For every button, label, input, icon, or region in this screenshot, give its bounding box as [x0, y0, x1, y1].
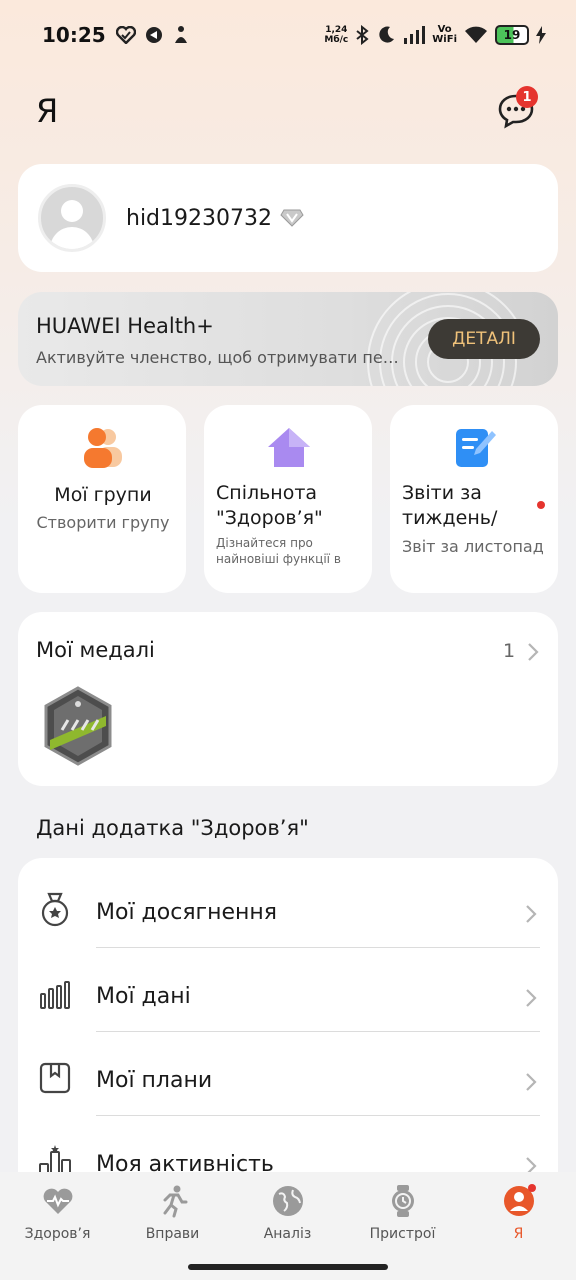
vowifi-indicator: Vo WiFi: [432, 25, 457, 45]
avatar-body: [50, 227, 94, 249]
home-indicator[interactable]: [188, 1264, 388, 1270]
list-item-label: Мої дані: [96, 984, 191, 1009]
heart-check-icon: [115, 26, 136, 44]
moon-icon: [379, 26, 395, 43]
list-item-achievements[interactable]: Мої досягнення: [18, 866, 558, 950]
notification-icons: [115, 25, 190, 45]
chevron-right-icon: [528, 643, 539, 661]
charging-icon: [536, 26, 546, 44]
tile-my-groups[interactable]: Мої групи Створити групу: [18, 405, 186, 593]
status-time: 10:25: [42, 23, 106, 47]
tile-my-groups-subtitle: Створити групу: [36, 513, 170, 532]
divider: [96, 1031, 540, 1032]
wifi-icon: [465, 26, 487, 43]
fitness-icon: [174, 26, 187, 43]
status-bar: 10:25 1,24 Мб/с Vo WiFi 19: [0, 0, 576, 70]
health-data-list: Мої досягнення Мої дані Мої плани Моя ак…: [18, 858, 558, 1198]
list-item-label: Мої досягнення: [96, 900, 278, 925]
username: hid19230732: [126, 205, 272, 231]
avatar-head: [61, 200, 83, 222]
medals-card[interactable]: Мої медалі 1: [18, 612, 558, 786]
profile-icon: [503, 1184, 536, 1216]
running-icon: [163, 1185, 187, 1218]
signal-icon: [404, 26, 426, 44]
tab-exercise[interactable]: Вправи: [115, 1184, 230, 1242]
globe-icon: [272, 1186, 303, 1216]
medal-icon: [41, 892, 69, 927]
health-plus-banner[interactable]: HUAWEI Health+ Активуйте членство, щоб о…: [18, 292, 558, 386]
tile-community-subtitle: Дізнайтеся про найновіші функції в спіль…: [216, 536, 341, 569]
vowifi-bottom: WiFi: [432, 34, 457, 45]
net-speed: 1,24 Мб/с: [324, 25, 348, 45]
bluetooth-icon: [356, 25, 369, 45]
diamond-level-icon: [280, 209, 304, 227]
list-item-my-plans[interactable]: Мої плани: [18, 1034, 558, 1118]
list-item-label: Мої плани: [96, 1068, 213, 1093]
messages-badge: 1: [516, 86, 538, 108]
heart-icon: [43, 1188, 72, 1214]
divider: [96, 1115, 540, 1116]
status-right: 1,24 Мб/с Vo WiFi 19: [324, 25, 546, 45]
tab-analysis[interactable]: Аналіз: [230, 1184, 345, 1242]
chevron-right-icon: [526, 905, 537, 923]
tab-devices[interactable]: Пристрої: [345, 1184, 460, 1242]
tab-label: Здоров’я: [24, 1226, 91, 1242]
tile-community[interactable]: Спільнота "Здоров’я" Дізнайтеся про найн…: [204, 405, 372, 593]
page-title: Я: [36, 92, 59, 130]
watch-icon: [391, 1185, 414, 1217]
status-left: 10:25: [42, 23, 190, 47]
avatar[interactable]: [38, 184, 106, 252]
groups-icon: [84, 428, 122, 468]
bar-chart-icon: [40, 981, 70, 1009]
chevron-right-icon: [526, 989, 537, 1007]
tile-reports-title: Звіти за тиждень/місяць: [402, 482, 498, 529]
medal-10000-steps-icon[interactable]: [42, 686, 114, 766]
tab-me[interactable]: Я: [461, 1184, 576, 1242]
tile-reports-subtitle: Звіт за листопад: [402, 537, 544, 556]
tab-health[interactable]: Здоров’я: [0, 1184, 115, 1242]
record-icon: [145, 27, 162, 43]
profile-card[interactable]: hid19230732: [18, 164, 558, 272]
tab-label: Я: [513, 1226, 524, 1242]
tile-community-title: Спільнота "Здоров’я": [216, 482, 323, 529]
tab-label: Пристрої: [369, 1226, 436, 1242]
medals-count: 1: [503, 640, 516, 662]
section-title: Дані додатка "Здоров’я": [36, 816, 309, 840]
plan-icon: [39, 1062, 71, 1094]
list-item-my-data[interactable]: Мої дані: [18, 950, 558, 1034]
report-edit-icon: [456, 429, 496, 467]
tab-label: Вправи: [145, 1226, 200, 1242]
medals-title: Мої медалі: [36, 638, 155, 662]
battery-indicator: 19: [495, 25, 529, 45]
net-speed-unit: Мб/с: [324, 35, 349, 45]
divider: [96, 947, 540, 948]
health-plus-title: HUAWEI Health+: [36, 314, 214, 338]
community-house-icon: [268, 428, 310, 467]
tile-my-groups-title: Мої групи: [54, 484, 152, 506]
tile-reports[interactable]: Звіти за тиждень/місяць Звіт за листопад: [390, 405, 558, 593]
health-plus-subtitle: Активуйте членство, щоб отримувати перев…: [36, 348, 406, 367]
details-button[interactable]: ДЕТАЛІ: [428, 319, 540, 359]
net-speed-value: 1,24: [325, 25, 348, 35]
chevron-right-icon: [526, 1073, 537, 1091]
new-report-dot: [537, 501, 545, 509]
tab-label: Аналіз: [263, 1226, 312, 1242]
